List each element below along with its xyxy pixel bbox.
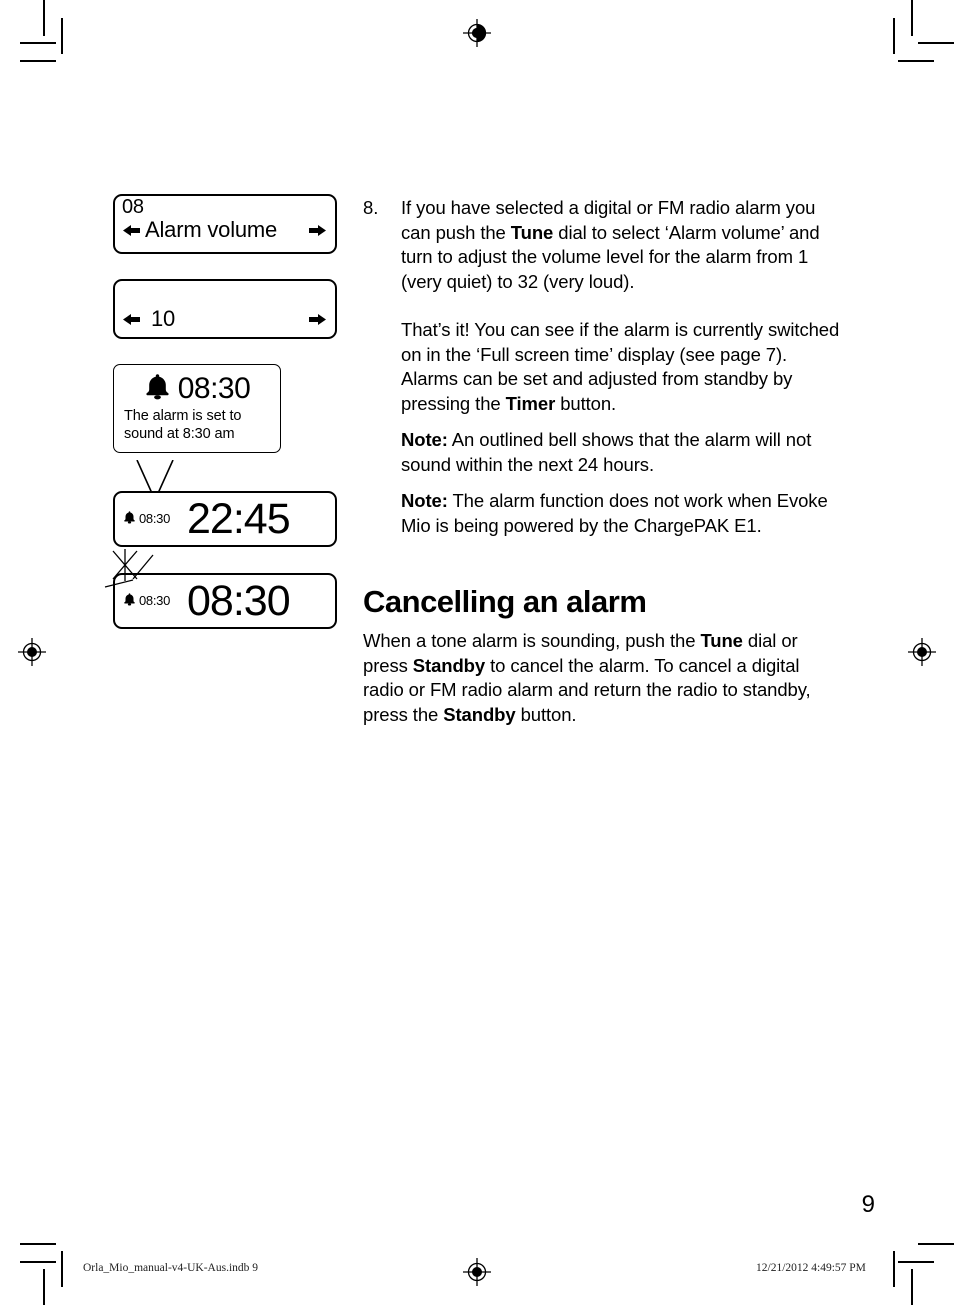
value-row: 10: [122, 307, 327, 331]
mini-alarm-time: 08:30: [139, 593, 171, 608]
menu-index: 08: [122, 196, 144, 218]
figure-column: 08 Alarm volume 10 08:30 The alarm is se…: [104, 194, 341, 629]
note-1: Note: An outlined bell shows that the al…: [401, 428, 843, 477]
menu-row: Alarm volume: [122, 218, 327, 242]
note-2-text: The alarm function does not work when Ev…: [401, 490, 828, 536]
lcd-value-display: 10: [113, 279, 337, 339]
step-8: 8. If you have selected a digital or FM …: [363, 196, 843, 538]
page-number: 9: [861, 1191, 875, 1218]
alarm-callout: 08:30 The alarm is set to sound at 8:30 …: [113, 364, 281, 453]
tune-bold: Tune: [510, 221, 554, 243]
tune-bold-2: Tune: [700, 630, 743, 651]
callout-caption-line1: The alarm is set to: [124, 408, 242, 424]
timer-bold: Timer: [505, 392, 556, 414]
callout-time-row: 08:30: [124, 372, 270, 405]
footer-timestamp: 12/21/2012 4:49:57 PM: [756, 1262, 866, 1274]
lcd-time-display-1: 08:30 22:45: [113, 491, 337, 547]
cancel-text-g: button.: [515, 703, 577, 725]
value-label: 10: [151, 306, 176, 331]
step-8-paragraph-1: If you have selected a digital or FM rad…: [401, 196, 843, 294]
menu-label: Alarm volume: [145, 217, 278, 242]
callout-caption-line2: sound at 8:30 am: [124, 426, 235, 442]
section-heading: Cancelling an alarm: [363, 584, 647, 619]
footer-filename: Orla_Mio_manual-v4-UK-Aus.indb 9: [83, 1262, 259, 1274]
cancelling-paragraph: When a tone alarm is sounding, push the …: [363, 629, 843, 727]
right-arrow-icon: [308, 311, 327, 328]
callout-time: 08:30: [177, 371, 251, 405]
standby-bold-2: Standby: [443, 703, 516, 725]
note-2-label: Note:: [401, 490, 448, 511]
mini-alarm-indicator: 08:30: [123, 592, 185, 611]
bell-outlined-icon: [123, 592, 136, 611]
note-1-label: Note:: [401, 429, 448, 450]
note-2: Note: The alarm function does not work w…: [401, 489, 843, 538]
lcd-menu-display: 08 Alarm volume: [113, 194, 337, 254]
step-number: 8.: [363, 197, 379, 218]
bell-filled-icon: [123, 510, 136, 529]
note-1-text: An outlined bell shows that the alarm wi…: [401, 429, 812, 475]
step-8-text-d: That’s it! You can see if the alarm is c…: [401, 319, 840, 414]
right-arrow-icon: [308, 222, 327, 239]
standby-bold-1: Standby: [412, 654, 486, 676]
left-arrow-icon: [122, 222, 141, 239]
bell-filled-icon: [144, 372, 171, 405]
step-8-paragraph-2: That’s it! You can see if the alarm is c…: [401, 318, 843, 416]
clock-time: 08:30: [187, 576, 291, 625]
cancel-text-a: When a tone alarm is sounding, push the: [363, 630, 701, 651]
clock-time: 22:45: [187, 494, 291, 543]
step-8-text-e: button.: [555, 392, 617, 414]
left-arrow-icon: [122, 311, 141, 328]
content-column: 8. If you have selected a digital or FM …: [363, 196, 843, 727]
mini-alarm-time: 08:30: [139, 511, 171, 526]
mini-alarm-indicator: 08:30: [123, 510, 185, 529]
callout-wrapper: 08:30 The alarm is set to sound at 8:30 …: [113, 364, 337, 502]
page-body: 08 Alarm volume 10 08:30 The alarm is se…: [0, 0, 954, 1305]
lcd-time-display-2: 08:30 08:30: [104, 549, 337, 629]
cancelling-section: Cancelling an alarm When a tone alarm is…: [363, 584, 843, 727]
